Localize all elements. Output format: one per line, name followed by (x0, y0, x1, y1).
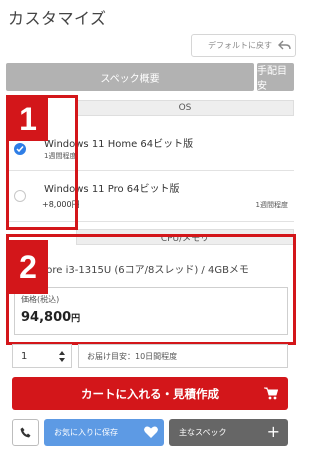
save-favorite-button[interactable]: お気に入りに保存 (44, 419, 164, 446)
main-specs-button[interactable]: 主なスペック + (169, 419, 288, 446)
os-option-lead-time: 1週間程度 (255, 201, 288, 209)
tab-spec-overview[interactable]: スペック概要 (6, 63, 254, 91)
quantity-select[interactable]: 1 (12, 344, 72, 368)
tab-delivery-estimate[interactable]: 手配目安 (257, 63, 294, 92)
annotation-badge-1: 1 (8, 97, 48, 141)
main-specs-label: 主なスペック (179, 428, 227, 437)
reset-default-button[interactable]: デフォルトに戻す (191, 34, 296, 57)
add-to-cart-button[interactable]: カートに入れる・見積作成 (12, 377, 288, 410)
phone-button[interactable] (12, 419, 39, 446)
page-title: カスタマイズ (8, 9, 107, 28)
os-section-header: OS (76, 100, 294, 116)
annotation-badge-2: 2 (8, 240, 48, 294)
quantity-value: 1 (21, 350, 28, 362)
cart-icon (264, 387, 278, 400)
save-favorite-label: お気に入りに保存 (54, 428, 118, 437)
reset-default-label: デフォルトに戻す (208, 41, 272, 50)
delivery-estimate: お届け目安：10日間程度 (78, 344, 288, 368)
expand-plus-icon: + (266, 422, 280, 441)
undo-icon (278, 40, 291, 50)
annotation-frame-2 (6, 234, 296, 345)
sort-arrows-icon (59, 351, 65, 362)
heart-icon (144, 426, 158, 438)
phone-icon (20, 427, 31, 438)
add-to-cart-label: カートに入れる・見積作成 (81, 386, 219, 401)
